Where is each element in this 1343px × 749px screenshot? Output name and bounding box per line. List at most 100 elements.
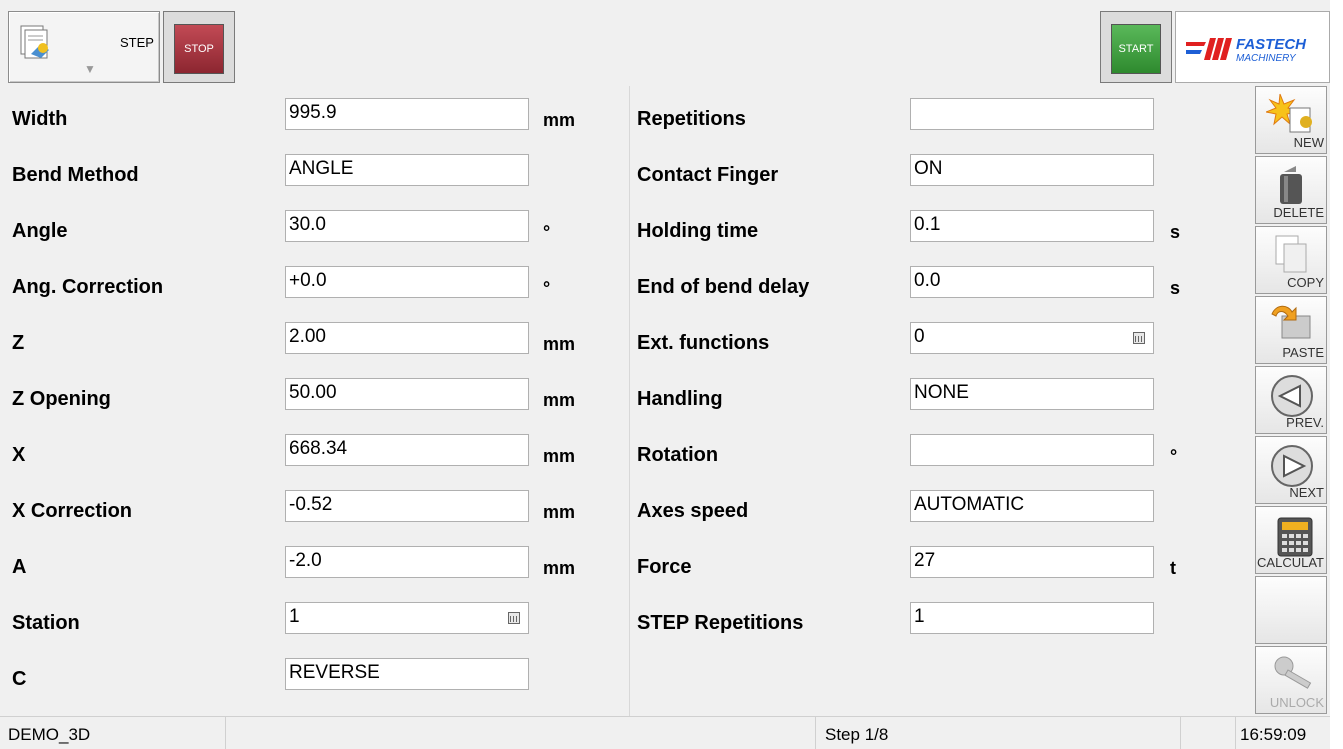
blank-sidebar-button[interactable] (1255, 576, 1327, 644)
field-row-bend-method: Bend Method ANGLE (0, 154, 629, 194)
paste-button[interactable]: PASTE (1255, 296, 1327, 364)
field-label: X Correction (12, 500, 133, 522)
field-row-holding-time: Holding time 0.1 s (630, 210, 1253, 250)
prev-button[interactable]: PREV. (1255, 366, 1327, 434)
field-label: X (12, 444, 26, 466)
field-row-ext-functions: Ext. functions 0 (630, 322, 1253, 362)
field-row-ang-correction: Ang. Correction +0.0 ° (0, 266, 629, 306)
field-row-rotation: Rotation ° (630, 434, 1253, 474)
field-row-width: Width 995.9 mm (0, 98, 629, 138)
step-counter: Step 1/8 (825, 725, 889, 744)
field-row-step-repetitions: STEP Repetitions 1 (630, 602, 1253, 642)
step-label: STEP (120, 35, 154, 50)
field-row-handling: Handling NONE (630, 378, 1253, 418)
ang-correction-input[interactable]: +0.0 (285, 266, 529, 298)
field-label: Handling (637, 388, 723, 410)
fastech-logo: FASTECH MACHINERY (1175, 11, 1330, 83)
field-label: A (12, 556, 27, 578)
start-button[interactable]: START (1100, 11, 1172, 83)
field-unit: ° (1170, 446, 1178, 466)
z-opening-input[interactable]: 50.00 (285, 378, 529, 410)
new-button[interactable]: NEW (1255, 86, 1327, 154)
status-bar: DEMO_3D Step 1/8 16:59:09 (0, 716, 1330, 749)
field-row-x: X 668.34 mm (0, 434, 629, 474)
next-label: NEXT (1289, 485, 1324, 500)
field-unit: mm (543, 390, 576, 410)
step-repetitions-input[interactable]: 1 (910, 602, 1154, 634)
angle-input[interactable]: 30.0 (285, 210, 529, 242)
ext-functions-input[interactable]: 0 (910, 322, 1154, 354)
field-label: Angle (12, 220, 68, 242)
keypad-icon[interactable] (1133, 332, 1145, 344)
width-input[interactable]: 995.9 (285, 98, 529, 130)
calculator-button[interactable]: CALCULAT (1255, 506, 1327, 574)
c-input[interactable]: REVERSE (285, 658, 529, 690)
field-row-c: C REVERSE (0, 658, 629, 698)
field-label: Ang. Correction (12, 276, 164, 298)
holding-time-input[interactable]: 0.1 (910, 210, 1154, 242)
field-label: STEP Repetitions (637, 612, 804, 634)
field-row-repetitions: Repetitions (630, 98, 1253, 138)
stop-label: STOP (184, 43, 214, 55)
x-correction-input[interactable]: -0.52 (285, 490, 529, 522)
field-label: Contact Finger (637, 164, 779, 186)
clock: 16:59:09 (1240, 725, 1307, 744)
field-row-force: Force 27 t (630, 546, 1253, 586)
start-label: START (1118, 43, 1154, 55)
prev-label: PREV. (1286, 415, 1324, 430)
field-label: Force (637, 556, 692, 578)
x-input[interactable]: 668.34 (285, 434, 529, 466)
field-row-end-of-bend-delay: End of bend delay 0.0 s (630, 266, 1253, 306)
field-row-z-opening: Z Opening 50.00 mm (0, 378, 629, 418)
top-toolbar: STEP ▼ STOP START FASTECH MACHINERY (0, 0, 1330, 86)
column-divider (629, 86, 630, 716)
field-unit: ° (543, 278, 551, 298)
paste-label: PASTE (1282, 345, 1324, 360)
field-label: End of bend delay (637, 276, 810, 298)
handling-input[interactable]: NONE (910, 378, 1154, 410)
delete-label: DELETE (1273, 205, 1324, 220)
field-label: Ext. functions (637, 332, 770, 354)
unlock-label: UNLOCK (1269, 695, 1324, 710)
field-label: Width (12, 108, 68, 130)
step-parameters-form: Width 995.9 mm Bend Method ANGLE Angle 3… (0, 86, 1253, 716)
bend-method-input[interactable]: ANGLE (285, 154, 529, 186)
a-input[interactable]: -2.0 (285, 546, 529, 578)
delete-button[interactable]: DELETE (1255, 156, 1327, 224)
step-mode-dropdown[interactable]: STEP ▼ (8, 11, 160, 83)
step-document-icon (19, 24, 59, 65)
window-edge (1330, 0, 1343, 749)
field-row-z: Z 2.00 mm (0, 322, 629, 362)
logo-text-fastech: FASTECH (1236, 36, 1307, 53)
next-button[interactable]: NEXT (1255, 436, 1327, 504)
field-unit: mm (543, 446, 576, 466)
copy-button[interactable]: COPY (1255, 226, 1327, 294)
repetitions-input[interactable] (910, 98, 1154, 130)
unlock-button[interactable]: UNLOCK (1255, 646, 1327, 714)
axes-speed-input[interactable]: AUTOMATIC (910, 490, 1154, 522)
field-unit: s (1170, 222, 1181, 242)
station-input[interactable]: 1 (285, 602, 529, 634)
field-unit: mm (543, 334, 576, 354)
end-of-bend-delay-input[interactable]: 0.0 (910, 266, 1154, 298)
field-unit: mm (543, 110, 576, 130)
field-unit: mm (543, 558, 576, 578)
logo-text-machinery: MACHINERY (1236, 53, 1296, 64)
field-unit: t (1170, 558, 1176, 578)
chevron-down-icon: ▼ (84, 62, 96, 76)
field-label: Z (12, 332, 25, 354)
field-label: Holding time (637, 220, 759, 242)
field-row-a: A -2.0 mm (0, 546, 629, 586)
field-row-x-correction: X Correction -0.52 mm (0, 490, 629, 530)
field-label: Bend Method (12, 164, 139, 186)
program-name: DEMO_3D (8, 725, 91, 744)
copy-label: COPY (1287, 275, 1324, 290)
field-row-contact-finger: Contact Finger ON (630, 154, 1253, 194)
field-unit: s (1170, 278, 1181, 298)
z-input[interactable]: 2.00 (285, 322, 529, 354)
force-input[interactable]: 27 (910, 546, 1154, 578)
keypad-icon[interactable] (508, 612, 520, 624)
stop-button[interactable]: STOP (163, 11, 235, 83)
rotation-input[interactable] (910, 434, 1154, 466)
contact-finger-input[interactable]: ON (910, 154, 1154, 186)
